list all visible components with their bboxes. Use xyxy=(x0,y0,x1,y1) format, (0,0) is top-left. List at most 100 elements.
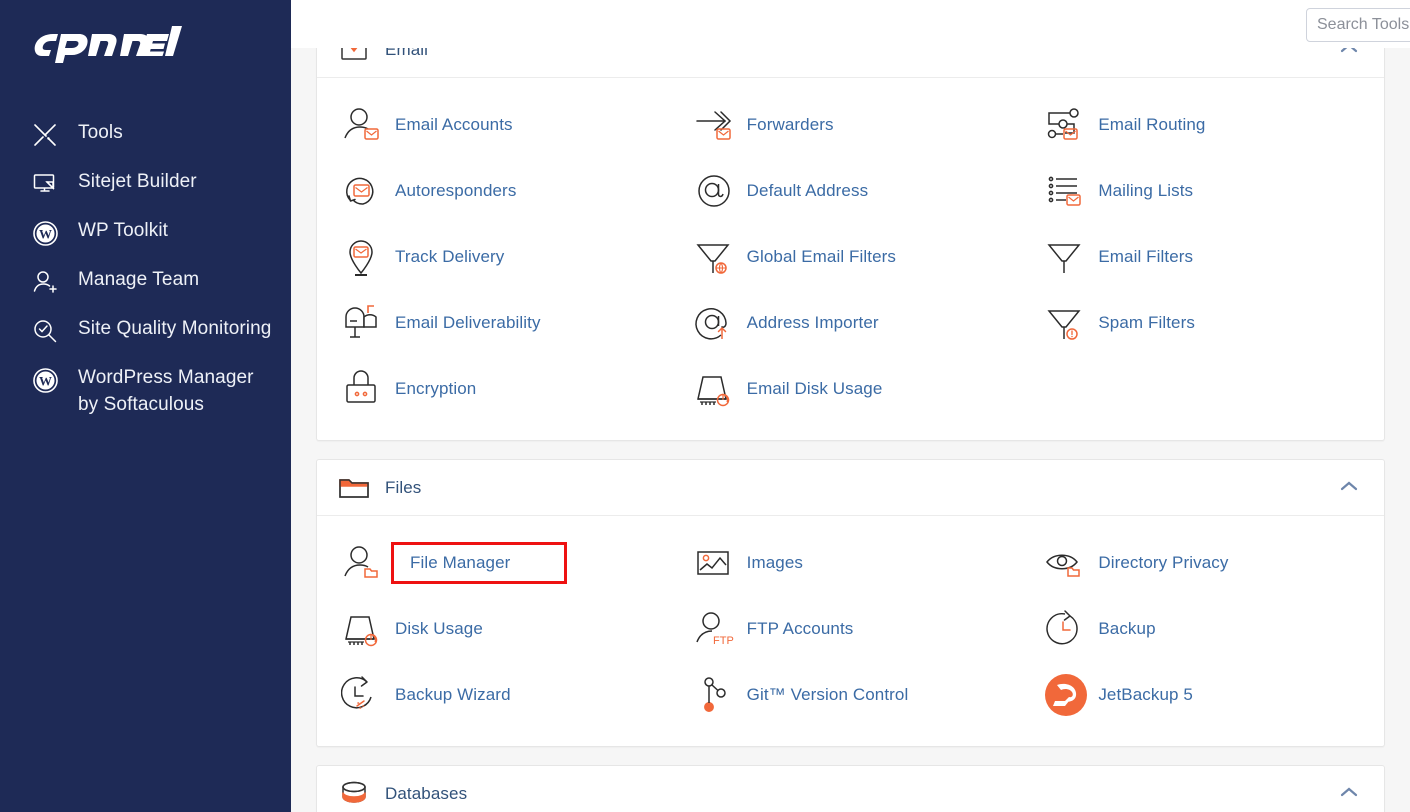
tile-label: Autoresponders xyxy=(395,181,516,201)
section-databases-header[interactable]: Databases xyxy=(317,766,1384,812)
tile-email-accounts[interactable]: Email Accounts xyxy=(323,92,675,158)
disk-pie-icon xyxy=(689,365,741,413)
tile-track-delivery[interactable]: Track Delivery xyxy=(323,224,675,290)
cpanel-app: Tools Sitejet Builder xyxy=(0,0,1410,812)
sidebar-item-label: WordPress Manager by Softaculous xyxy=(78,364,275,418)
sidebar-item-wp-toolkit[interactable]: W WP Toolkit xyxy=(0,208,291,257)
tile-label: Encryption xyxy=(395,379,476,399)
tile-git-version-control[interactable]: Git™ Version Control xyxy=(675,662,1027,728)
at-sign-circle-icon xyxy=(689,167,741,215)
tile-label: Spam Filters xyxy=(1098,313,1195,333)
sidebar-item-label: WP Toolkit xyxy=(78,217,168,244)
tile-label: Email Disk Usage xyxy=(747,379,883,399)
section-files: Files xyxy=(316,459,1385,747)
arrow-forward-envelope-icon xyxy=(689,101,741,149)
eye-folder-icon xyxy=(1040,539,1092,587)
tile-images[interactable]: Images xyxy=(675,530,1027,596)
section-files-header[interactable]: Files xyxy=(317,460,1384,516)
tile-jetbackup-5[interactable]: JetBackup 5 xyxy=(1026,662,1378,728)
sidebar-item-label: Sitejet Builder xyxy=(78,168,197,195)
chevron-up-icon[interactable] xyxy=(1332,475,1366,501)
section-email-grid: Email Accounts Forwarder xyxy=(317,78,1384,440)
tile-label: Backup xyxy=(1098,619,1155,639)
sidebar-item-wordpress-manager[interactable]: W WordPress Manager by Softaculous xyxy=(0,355,291,427)
tile-label: Global Email Filters xyxy=(747,247,896,267)
tile-backup-wizard[interactable]: Backup Wizard xyxy=(323,662,675,728)
sidebar-item-site-quality-monitoring[interactable]: Site Quality Monitoring xyxy=(0,306,291,355)
database-cylinder-icon xyxy=(337,777,371,811)
padlock-icon xyxy=(337,365,389,413)
user-plus-icon xyxy=(30,267,60,297)
section-title: Databases xyxy=(385,784,467,804)
tile-label: JetBackup 5 xyxy=(1098,685,1193,705)
main-content: Email xyxy=(291,0,1410,812)
tile-label: FTP Accounts xyxy=(747,619,854,639)
tile-label: Backup Wizard xyxy=(395,685,511,705)
tools-icon xyxy=(30,120,60,150)
sidebar-item-label: Manage Team xyxy=(78,266,199,293)
funnel-icon xyxy=(1040,233,1092,281)
search-tools-container xyxy=(1306,8,1410,42)
routing-nodes-envelope-icon xyxy=(1040,101,1092,149)
tile-disk-usage[interactable]: Disk Usage xyxy=(323,596,675,662)
tile-autoresponders[interactable]: Autoresponders xyxy=(323,158,675,224)
tile-label: Track Delivery xyxy=(395,247,504,267)
tile-email-routing[interactable]: Email Routing xyxy=(1026,92,1378,158)
svg-text:W: W xyxy=(39,226,52,241)
tile-default-address[interactable]: Default Address xyxy=(675,158,1027,224)
tile-global-email-filters[interactable]: Global Email Filters xyxy=(675,224,1027,290)
cpanel-wordmark-icon xyxy=(34,26,184,68)
tile-mailing-lists[interactable]: Mailing Lists xyxy=(1026,158,1378,224)
tile-forwarders[interactable]: Forwarders xyxy=(675,92,1027,158)
tile-label: Email Deliverability xyxy=(395,313,541,333)
tile-file-manager[interactable]: File Manager xyxy=(323,530,675,596)
tile-email-disk-usage[interactable]: Email Disk Usage xyxy=(675,356,1027,422)
tile-encryption[interactable]: Encryption xyxy=(323,356,675,422)
tile-directory-privacy[interactable]: Directory Privacy xyxy=(1026,530,1378,596)
picture-icon xyxy=(689,539,741,587)
tile-email-filters[interactable]: Email Filters xyxy=(1026,224,1378,290)
wordpress-icon: W xyxy=(30,365,60,395)
funnel-alert-icon xyxy=(1040,299,1092,347)
wordpress-icon: W xyxy=(30,218,60,248)
tile-label: Address Importer xyxy=(747,313,879,333)
section-databases: Databases xyxy=(316,765,1385,812)
tile-label: Images xyxy=(747,553,803,573)
tile-label: File Manager xyxy=(391,542,567,584)
sidebar-item-label: Site Quality Monitoring xyxy=(78,315,271,342)
user-ftp-icon: FTP xyxy=(689,605,741,653)
tile-label: Email Routing xyxy=(1098,115,1205,135)
tile-ftp-accounts[interactable]: FTP FTP Accounts xyxy=(675,596,1027,662)
at-sign-upload-icon xyxy=(689,299,741,347)
tile-email-deliverability[interactable]: Email Deliverability xyxy=(323,290,675,356)
git-branch-icon xyxy=(689,671,741,719)
top-bar xyxy=(291,0,1410,48)
mailbox-icon xyxy=(337,299,389,347)
search-input[interactable] xyxy=(1306,8,1410,42)
sidebar: Tools Sitejet Builder xyxy=(0,0,291,812)
magnifier-check-icon xyxy=(30,316,60,346)
map-pin-envelope-icon xyxy=(337,233,389,281)
tile-spam-filters[interactable]: Spam Filters xyxy=(1026,290,1378,356)
section-email: Email xyxy=(316,21,1385,441)
jetbackup-logo-icon xyxy=(1040,671,1092,719)
cpanel-logo[interactable] xyxy=(0,18,291,80)
clock-restore-icon xyxy=(1040,605,1092,653)
section-title: Files xyxy=(385,478,421,498)
tools-scroll-area[interactable]: Email xyxy=(291,48,1410,812)
tile-label: Email Accounts xyxy=(395,115,513,135)
user-folder-icon xyxy=(337,539,389,587)
tile-label: Mailing Lists xyxy=(1098,181,1193,201)
sidebar-item-sitejet-builder[interactable]: Sitejet Builder xyxy=(0,159,291,208)
tile-label: Email Filters xyxy=(1098,247,1193,267)
tile-backup[interactable]: Backup xyxy=(1026,596,1378,662)
tile-label: Directory Privacy xyxy=(1098,553,1228,573)
clock-wand-icon xyxy=(337,671,389,719)
tile-address-importer[interactable]: Address Importer xyxy=(675,290,1027,356)
sidebar-item-manage-team[interactable]: Manage Team xyxy=(0,257,291,306)
svg-text:FTP: FTP xyxy=(713,635,734,647)
sidebar-item-label: Tools xyxy=(78,119,123,146)
svg-text:W: W xyxy=(39,373,52,388)
sidebar-item-tools[interactable]: Tools xyxy=(0,110,291,159)
chevron-up-icon[interactable] xyxy=(1332,781,1366,807)
